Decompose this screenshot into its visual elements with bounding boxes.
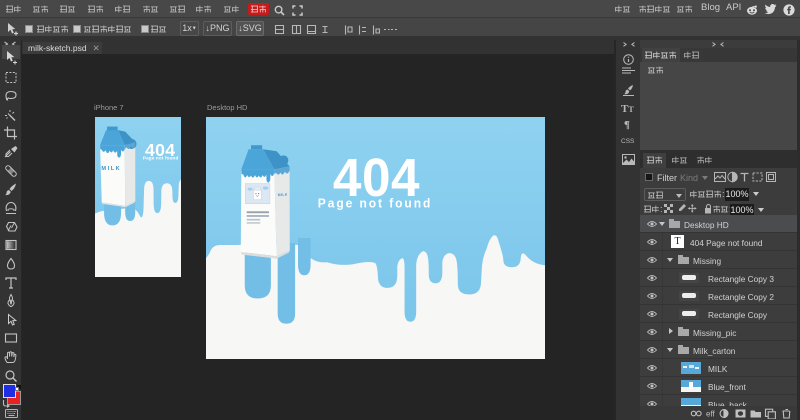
svg-text:Page not found: Page not found: [317, 196, 431, 210]
svg-text:MILK: MILK: [101, 166, 121, 172]
svg-text:Page not found: Page not found: [142, 156, 178, 161]
svg-text:MILK: MILK: [277, 193, 287, 198]
svg-text:eff: eff: [706, 410, 716, 419]
